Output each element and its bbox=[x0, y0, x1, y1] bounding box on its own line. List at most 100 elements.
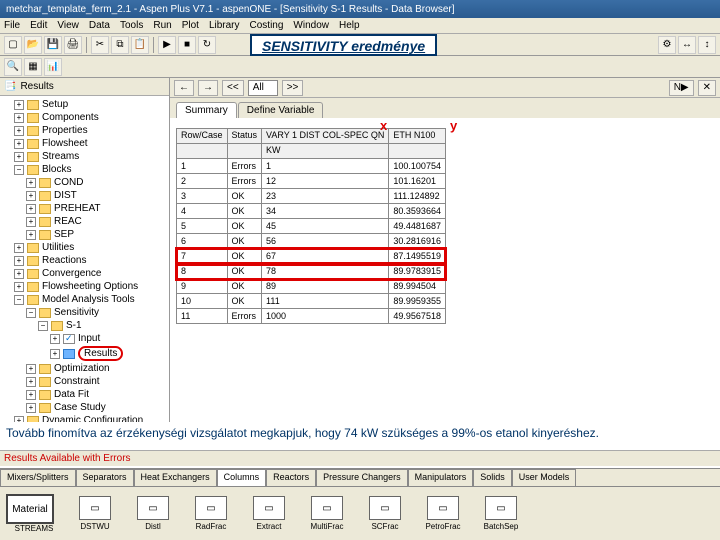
expand-icon[interactable]: + bbox=[26, 191, 36, 201]
print-icon[interactable]: 🖨 bbox=[64, 36, 82, 54]
expand-icon[interactable]: + bbox=[14, 269, 24, 279]
expand-icon[interactable]: + bbox=[26, 204, 36, 214]
results-table[interactable]: Row/CaseStatusVARY 1 DIST COL-SPEC QNETH… bbox=[176, 128, 446, 324]
tree-item[interactable]: +Streams bbox=[2, 150, 167, 163]
palette-item[interactable]: ▭Distl bbox=[128, 496, 178, 531]
tree-item[interactable]: +COND bbox=[2, 176, 167, 189]
expand-icon[interactable]: + bbox=[26, 403, 36, 413]
tree-item[interactable]: +Setup bbox=[2, 98, 167, 111]
palette-tab[interactable]: Reactors bbox=[266, 469, 316, 486]
save-icon[interactable]: 💾 bbox=[44, 36, 62, 54]
palette-item[interactable]: ▭PetroFrac bbox=[418, 496, 468, 531]
table-row[interactable]: 8OK7889.9783915 bbox=[177, 264, 446, 279]
nav-tool-icon[interactable]: N▶ bbox=[669, 80, 694, 96]
nav-tree[interactable]: +Setup+Components+Properties+Flowsheet+S… bbox=[0, 96, 169, 444]
refresh-icon[interactable]: ↻ bbox=[198, 36, 216, 54]
expand-icon[interactable]: + bbox=[14, 126, 24, 136]
tree-item[interactable]: +Flowsheeting Options bbox=[2, 280, 167, 293]
palette-item[interactable]: ▭RadFrac bbox=[186, 496, 236, 531]
nav-prev-button[interactable]: << bbox=[222, 80, 244, 96]
expand-icon[interactable]: − bbox=[38, 321, 48, 331]
palette-item[interactable]: ▭DSTWU bbox=[70, 496, 120, 531]
tree-item[interactable]: +Data Fit bbox=[2, 388, 167, 401]
palette-tab[interactable]: Solids bbox=[473, 469, 512, 486]
chart-icon[interactable]: 📊 bbox=[44, 58, 62, 76]
palette-tab[interactable]: User Models bbox=[512, 469, 577, 486]
table-row[interactable]: 1Errors1100.100754 bbox=[177, 159, 446, 174]
copy-icon[interactable]: ⧉ bbox=[111, 36, 129, 54]
grid-icon[interactable]: ▦ bbox=[24, 58, 42, 76]
new-icon[interactable]: ▢ bbox=[4, 36, 22, 54]
palette-tab[interactable]: Columns bbox=[217, 469, 267, 486]
run-icon[interactable]: ▶ bbox=[158, 36, 176, 54]
expand-icon[interactable]: + bbox=[50, 334, 60, 344]
palette-tab[interactable]: Pressure Changers bbox=[316, 469, 408, 486]
table-row[interactable]: 10OK11189.9959355 bbox=[177, 294, 446, 309]
expand-icon[interactable]: + bbox=[26, 377, 36, 387]
tab-summary[interactable]: Summary bbox=[176, 102, 237, 118]
tree-item[interactable]: +Convergence bbox=[2, 267, 167, 280]
expand-icon[interactable]: + bbox=[14, 100, 24, 110]
expand-icon[interactable]: + bbox=[14, 152, 24, 162]
tree-item[interactable]: −Blocks bbox=[2, 163, 167, 176]
zoom-icon[interactable]: 🔍 bbox=[4, 58, 22, 76]
tree-item[interactable]: +Case Study bbox=[2, 401, 167, 414]
nav-close-icon[interactable]: ✕ bbox=[698, 80, 716, 96]
tool-icon[interactable]: ↔ bbox=[678, 36, 696, 54]
menu-costing[interactable]: Costing bbox=[250, 20, 284, 31]
cut-icon[interactable]: ✂ bbox=[91, 36, 109, 54]
menu-view[interactable]: View bbox=[57, 20, 79, 31]
expand-icon[interactable]: − bbox=[14, 295, 24, 305]
tree-item[interactable]: +SEP bbox=[2, 228, 167, 241]
menu-run[interactable]: Run bbox=[153, 20, 171, 31]
expand-icon[interactable]: + bbox=[14, 113, 24, 123]
table-row[interactable]: 9OK8989.994504 bbox=[177, 279, 446, 294]
tree-item[interactable]: +Components bbox=[2, 111, 167, 124]
table-row[interactable]: 5OK4549.4481687 bbox=[177, 219, 446, 234]
expand-icon[interactable]: + bbox=[14, 139, 24, 149]
menu-edit[interactable]: Edit bbox=[30, 20, 47, 31]
table-row[interactable]: 4OK3480.3593664 bbox=[177, 204, 446, 219]
palette-tab[interactable]: Heat Exchangers bbox=[134, 469, 217, 486]
expand-icon[interactable]: + bbox=[26, 390, 36, 400]
nav-back-button[interactable]: ← bbox=[174, 80, 194, 96]
nav-forward-button[interactable]: → bbox=[198, 80, 218, 96]
expand-icon[interactable]: + bbox=[14, 243, 24, 253]
tree-item[interactable]: +Input bbox=[2, 332, 167, 345]
tree-item[interactable]: +Results bbox=[2, 345, 167, 362]
table-row[interactable]: 11Errors100049.9567518 bbox=[177, 309, 446, 324]
table-row[interactable]: 7OK6787.1495519 bbox=[177, 249, 446, 264]
expand-icon[interactable]: + bbox=[26, 230, 36, 240]
table-row[interactable]: 3OK23111.124892 bbox=[177, 189, 446, 204]
tree-item[interactable]: −Model Analysis Tools bbox=[2, 293, 167, 306]
tree-item[interactable]: +REAC bbox=[2, 215, 167, 228]
menu-file[interactable]: File bbox=[4, 20, 20, 31]
palette-item[interactable]: ▭Extract bbox=[244, 496, 294, 531]
palette-item[interactable]: ▭SCFrac bbox=[360, 496, 410, 531]
tree-item[interactable]: +Flowsheet bbox=[2, 137, 167, 150]
expand-icon[interactable]: − bbox=[14, 165, 24, 175]
expand-icon[interactable]: + bbox=[14, 256, 24, 266]
tree-item[interactable]: +Optimization bbox=[2, 362, 167, 375]
expand-icon[interactable]: + bbox=[26, 178, 36, 188]
tree-item[interactable]: −Sensitivity bbox=[2, 306, 167, 319]
expand-icon[interactable]: + bbox=[14, 282, 24, 292]
expand-icon[interactable]: + bbox=[50, 349, 60, 359]
open-icon[interactable]: 📂 bbox=[24, 36, 42, 54]
menu-tools[interactable]: Tools bbox=[120, 20, 143, 31]
table-row[interactable]: 2Errors12101.16201 bbox=[177, 174, 446, 189]
stop-icon[interactable]: ■ bbox=[178, 36, 196, 54]
palette-tab[interactable]: Mixers/Splitters bbox=[0, 469, 76, 486]
menu-plot[interactable]: Plot bbox=[182, 20, 199, 31]
palette-tab[interactable]: Separators bbox=[76, 469, 134, 486]
tree-item[interactable]: +Properties bbox=[2, 124, 167, 137]
material-stream-tool[interactable]: Material STREAMS bbox=[6, 494, 62, 533]
tree-item[interactable]: +PREHEAT bbox=[2, 202, 167, 215]
tool-icon[interactable]: ↕ bbox=[698, 36, 716, 54]
nav-next-button[interactable]: >> bbox=[282, 80, 304, 96]
tree-item[interactable]: +DIST bbox=[2, 189, 167, 202]
tab-define-variable[interactable]: Define Variable bbox=[238, 102, 324, 118]
menu-data[interactable]: Data bbox=[89, 20, 110, 31]
palette-tab[interactable]: Manipulators bbox=[408, 469, 474, 486]
palette-item[interactable]: ▭MultiFrac bbox=[302, 496, 352, 531]
